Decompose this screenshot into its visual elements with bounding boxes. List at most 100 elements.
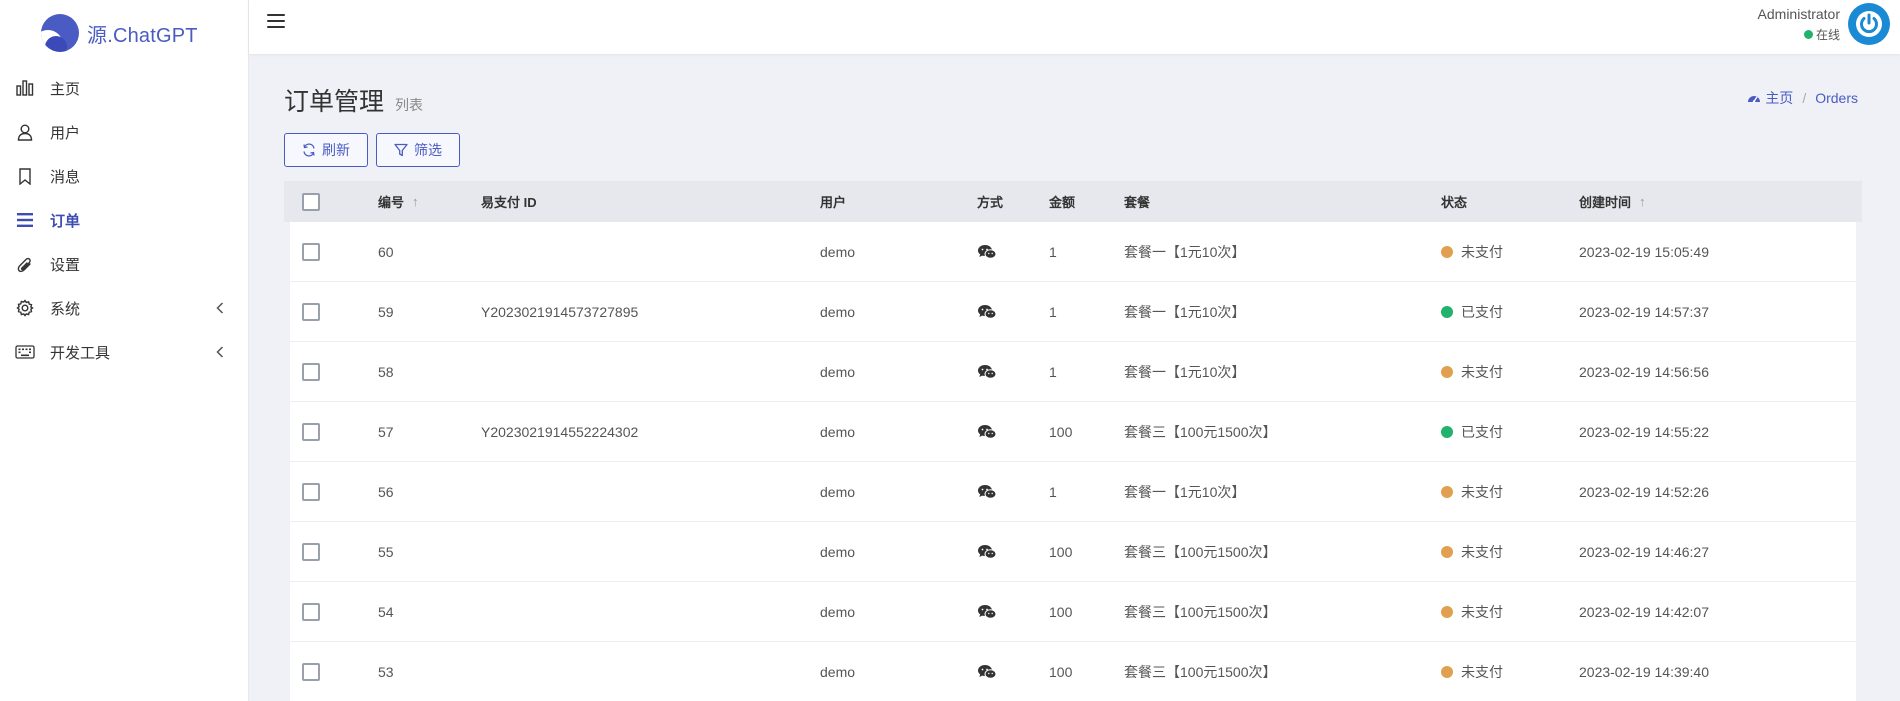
- cell-id: 60: [378, 243, 394, 260]
- list-icon: [15, 210, 35, 230]
- page-title: 订单管理: [284, 88, 385, 116]
- sidebar-item-users[interactable]: 用户: [0, 110, 248, 154]
- cell-package: 套餐一【1元10次】: [1124, 303, 1246, 320]
- row-checkbox[interactable]: [302, 302, 320, 321]
- row-checkbox[interactable]: [302, 482, 320, 501]
- row-checkbox[interactable]: [302, 602, 320, 621]
- cell-amount: 1: [1049, 303, 1057, 320]
- wechat-icon: [978, 664, 997, 679]
- filter-label: 筛选: [414, 142, 442, 158]
- cell-id: 59: [378, 303, 394, 320]
- sidebar-item-label: 开发工具: [50, 344, 111, 362]
- status-dot-icon: [1441, 485, 1453, 498]
- row-select-cell: [302, 582, 320, 641]
- status-badge: 未支付: [1461, 663, 1503, 680]
- status-badge: 未支付: [1461, 603, 1503, 620]
- select-all-cell: [302, 181, 320, 222]
- dashboard-icon: [1748, 96, 1761, 103]
- chevron-left-icon: [212, 344, 228, 360]
- toolbar: 刷新 筛选: [284, 133, 468, 167]
- page-header: 订单管理 列表: [284, 82, 423, 118]
- table-row[interactable]: 60 demo 1 套餐一【1元10次】 未支付 2023-02-19 15:0…: [290, 222, 1856, 282]
- cell-id: 57: [378, 423, 394, 440]
- sidebar-item-devtools[interactable]: 开发工具: [0, 330, 248, 374]
- cell-created: 2023-02-19 14:46:27: [1579, 543, 1709, 560]
- avatar[interactable]: [1848, 3, 1890, 45]
- cell-method: [977, 462, 997, 521]
- logo[interactable]: 源.ChatGPT: [0, 0, 248, 66]
- select-all-checkbox[interactable]: [302, 192, 320, 211]
- wechat-icon: [978, 544, 997, 559]
- row-checkbox[interactable]: [302, 242, 320, 261]
- column-header-label: 方式: [977, 195, 1004, 210]
- row-checkbox[interactable]: [302, 362, 320, 381]
- filter-button[interactable]: 筛选: [376, 133, 460, 167]
- sidebar-item-label: 消息: [50, 168, 81, 186]
- user-status: 在线: [1758, 26, 1840, 43]
- cell-id: 53: [378, 663, 394, 680]
- row-checkbox[interactable]: [302, 542, 320, 561]
- wechat-icon: [978, 244, 997, 259]
- cell-created: 2023-02-19 15:05:49: [1579, 243, 1709, 260]
- cell-id: 55: [378, 543, 394, 560]
- sidebar-item-orders[interactable]: 订单: [0, 198, 248, 242]
- status-dot-icon: [1441, 605, 1453, 618]
- logo-icon: [41, 14, 79, 52]
- sort-arrow-icon[interactable]: ↑: [1639, 194, 1646, 209]
- breadcrumb-separator: /: [1802, 90, 1807, 106]
- cell-status: 未支付: [1441, 642, 1503, 701]
- table-row[interactable]: 57 Y2023021914552224302 demo 100 套餐三【100…: [290, 402, 1856, 462]
- menu-toggle-icon[interactable]: [267, 14, 285, 30]
- cell-package: 套餐三【100元1500次】: [1124, 543, 1277, 560]
- breadcrumb-home[interactable]: 主页: [1747, 88, 1793, 108]
- row-checkbox[interactable]: [302, 422, 320, 441]
- gear-icon: [15, 298, 35, 318]
- sidebar-item-label: 订单: [50, 212, 81, 230]
- cell-method: [977, 342, 997, 401]
- chevron-left-icon: [212, 300, 228, 316]
- user-name: Administrator: [1757, 6, 1840, 22]
- sort-arrow-icon[interactable]: ↑: [412, 194, 419, 209]
- cell-amount: 1: [1049, 363, 1057, 380]
- cell-status: 已支付: [1441, 282, 1503, 341]
- status-dot-icon: [1441, 665, 1453, 678]
- table-row[interactable]: 59 Y2023021914573727895 demo 1 套餐一【1元10次…: [290, 282, 1856, 342]
- bar-chart-icon: [15, 78, 35, 98]
- cell-amount: 100: [1049, 543, 1073, 560]
- column-header-id[interactable]: 编号 ↑: [378, 181, 419, 222]
- table-row[interactable]: 56 demo 1 套餐一【1元10次】 未支付 2023-02-19 14:5…: [290, 462, 1856, 522]
- cell-user: demo: [820, 423, 856, 440]
- refresh-button[interactable]: 刷新: [284, 133, 368, 167]
- cell-created: 2023-02-19 14:42:07: [1579, 603, 1709, 620]
- sidebar-item-system[interactable]: 系统: [0, 286, 248, 330]
- cell-method: [977, 522, 997, 581]
- cell-pay-id: Y2023021914552224302: [481, 423, 639, 440]
- user-status-text: 在线: [1815, 28, 1840, 42]
- online-dot-icon: [1803, 30, 1813, 39]
- column-header-label: 套餐: [1124, 195, 1151, 210]
- sidebar-item-label: 系统: [50, 300, 81, 318]
- sidebar-item-settings[interactable]: 设置: [0, 242, 248, 286]
- sidebar-item-home[interactable]: 主页: [0, 66, 248, 110]
- row-select-cell: [302, 222, 320, 281]
- sidebar-item-label: 主页: [50, 80, 81, 98]
- user-info[interactable]: Administrator 在线: [1758, 6, 1840, 43]
- column-header-created[interactable]: 创建时间 ↑: [1579, 181, 1646, 222]
- table-row[interactable]: 53 demo 100 套餐三【100元1500次】 未支付 2023-02-1…: [290, 642, 1856, 701]
- table-row[interactable]: 58 demo 1 套餐一【1元10次】 未支付 2023-02-19 14:5…: [290, 342, 1856, 402]
- keyboard-icon: [15, 342, 35, 362]
- row-select-cell: [302, 642, 320, 701]
- cell-package: 套餐三【100元1500次】: [1124, 603, 1277, 620]
- cell-id: 56: [378, 483, 394, 500]
- table-row[interactable]: 54 demo 100 套餐三【100元1500次】 未支付 2023-02-1…: [290, 582, 1856, 642]
- row-checkbox[interactable]: [302, 662, 320, 681]
- cell-package: 套餐一【1元10次】: [1124, 243, 1246, 260]
- row-select-cell: [302, 282, 320, 341]
- wechat-icon: [978, 604, 997, 619]
- filter-icon: [394, 143, 408, 157]
- table-row[interactable]: 55 demo 100 套餐三【100元1500次】 未支付 2023-02-1…: [290, 522, 1856, 582]
- cell-user: demo: [820, 543, 856, 560]
- table-header: 编号 ↑ 易支付 ID 用户 方式 金额 套餐 状态 创建时间 ↑: [284, 181, 1862, 222]
- sidebar-item-messages[interactable]: 消息: [0, 154, 248, 198]
- paperclip-icon: [15, 254, 35, 274]
